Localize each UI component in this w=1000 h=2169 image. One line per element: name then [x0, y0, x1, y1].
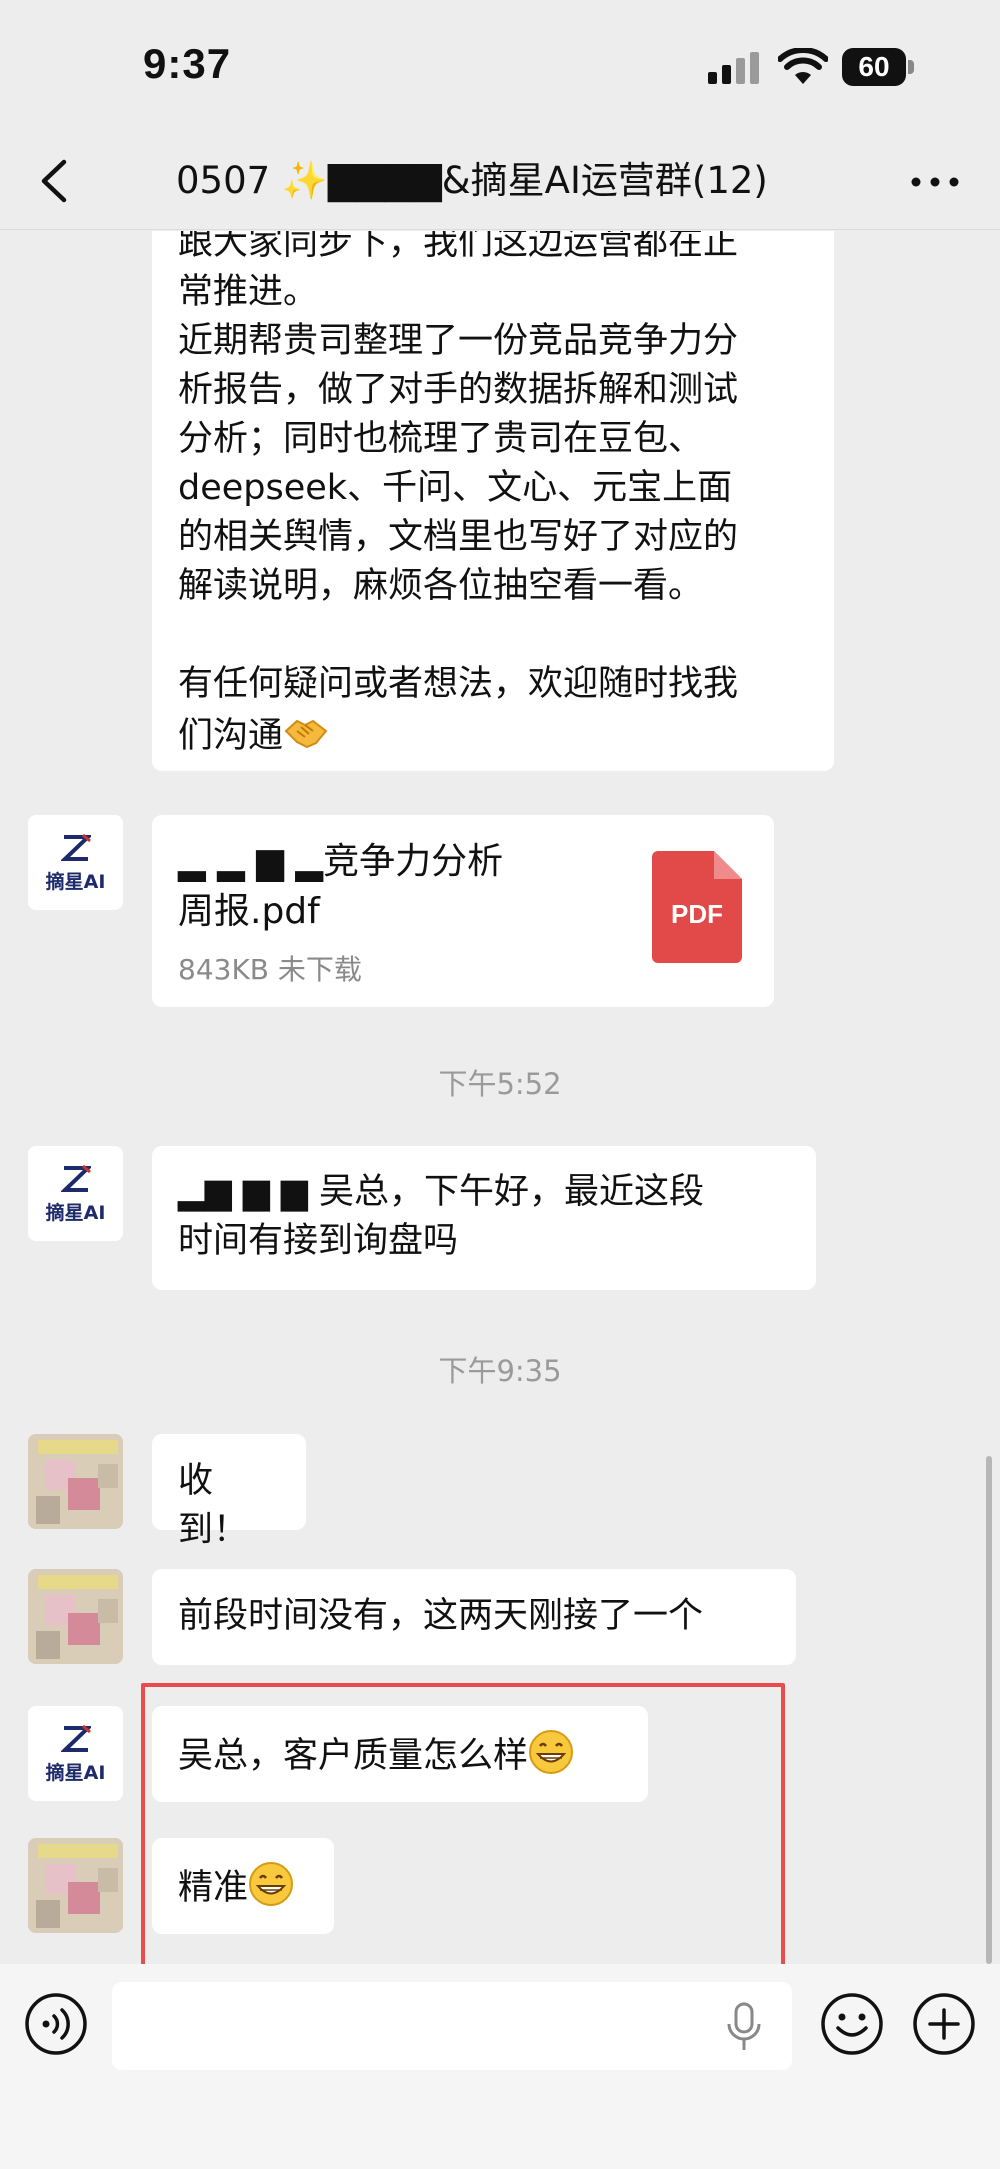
file-name: ▂ ▂ ▆ ▂竞争力分析 周报.pdf — [178, 841, 504, 932]
brand-logo-icon — [61, 833, 91, 861]
status-time: 9:37 — [143, 40, 232, 87]
handshake-emoji — [284, 719, 328, 749]
message-line: deepseek、千问、文心、元宝上面 — [178, 468, 733, 508]
message-line: 常推进。 — [178, 272, 319, 312]
message-line: 解读说明，麻烦各位抽空看一看。 — [178, 566, 704, 606]
avatar-label: 摘星AI — [45, 1202, 106, 1224]
avatar[interactable]: 摘星AI — [28, 815, 123, 910]
input-bar — [0, 1964, 1000, 2169]
battery-icon: 60 — [842, 48, 914, 86]
avatar[interactable] — [28, 1569, 123, 1664]
avatar-label: 摘星AI — [45, 871, 106, 893]
avatar[interactable] — [28, 1838, 123, 1933]
avatar[interactable]: 摘星AI — [28, 1706, 123, 1801]
message-line: 有任何疑问或者想法，欢迎随时找我 — [178, 664, 739, 704]
brand-logo-icon — [61, 1724, 91, 1752]
timestamp: 下午9:35 — [438, 1354, 562, 1388]
message-line: 的相关舆情，文档里也写好了对应的 — [178, 517, 739, 557]
avatar[interactable]: 摘星AI — [28, 1146, 123, 1241]
voice-icon[interactable] — [24, 1992, 88, 2056]
cellular-signal-icon — [708, 52, 759, 84]
scrollbar[interactable] — [986, 1456, 992, 1964]
avatar-label: 摘星AI — [45, 1762, 106, 1784]
message-bubble[interactable]: 前段时间没有，这两天刚接了一个 — [152, 1569, 796, 1665]
message-list[interactable]: 跟大家同步下，我们这边运营都在正 常推进。 近期帮贵司整理了一份竞品竞争力分 析… — [0, 231, 1000, 1964]
brand-logo-icon — [61, 1164, 91, 1192]
file-meta: 843KB 未下载 — [178, 953, 362, 986]
battery-level: 60 — [842, 48, 906, 86]
message-line: 们沟通 — [178, 709, 808, 761]
avatar-image — [28, 1838, 123, 1933]
message-line: 分析；同时也梳理了贵司在豆包、 — [178, 419, 704, 459]
avatar-image — [28, 1569, 123, 1664]
message-bubble[interactable]: 收到！ — [152, 1434, 306, 1550]
message-line: 近期帮贵司整理了一份竞品竞争力分 — [178, 321, 739, 361]
emoji-icon[interactable] — [820, 1992, 884, 2056]
message-text: 前段时间没有，这两天刚接了一个 — [178, 1596, 704, 1636]
message-bubble[interactable]: ▂▆ ▆ ▆ 吴总，下午好，最近这段 时间有接到询盘吗 — [152, 1146, 816, 1290]
chat-header: 0507 ✨▇▇▇▇&摘星AI运营群(12) — [0, 130, 1000, 230]
chat-title: 0507 ✨▇▇▇▇&摘星AI运营群(12) — [176, 159, 768, 202]
more-icon[interactable] — [908, 162, 962, 202]
avatar-image — [28, 1434, 123, 1529]
message-line: ▂▆ ▆ ▆ 吴总，下午好，最近这段 — [178, 1172, 705, 1212]
message-bubble[interactable]: 跟大家同步下，我们这边运营都在正 常推进。 近期帮贵司整理了一份竞品竞争力分 析… — [152, 231, 834, 771]
wifi-icon — [778, 48, 828, 84]
avatar[interactable] — [28, 1434, 123, 1529]
highlight-annotation — [141, 1683, 785, 1964]
pdf-icon: PDF — [652, 851, 742, 963]
file-message-card[interactable]: ▂ ▂ ▆ ▂竞争力分析 周报.pdf 843KB 未下载 PDF — [152, 815, 774, 1007]
message-line: 跟大家同步下，我们这边运营都在正 — [178, 231, 739, 263]
plus-icon[interactable] — [912, 1992, 976, 2056]
message-line — [178, 611, 808, 660]
timestamp: 下午5:52 — [438, 1067, 562, 1101]
svg-text:PDF: PDF — [671, 899, 723, 929]
message-line: 时间有接到询盘吗 — [178, 1221, 459, 1261]
message-line: 析报告，做了对手的数据拆解和测试 — [178, 370, 739, 410]
message-text: 收到！ — [178, 1461, 249, 1550]
message-input[interactable] — [112, 1982, 792, 2070]
mic-icon[interactable] — [724, 2002, 764, 2052]
status-bar: 9:37 60 — [0, 0, 1000, 130]
back-icon[interactable] — [30, 154, 80, 208]
